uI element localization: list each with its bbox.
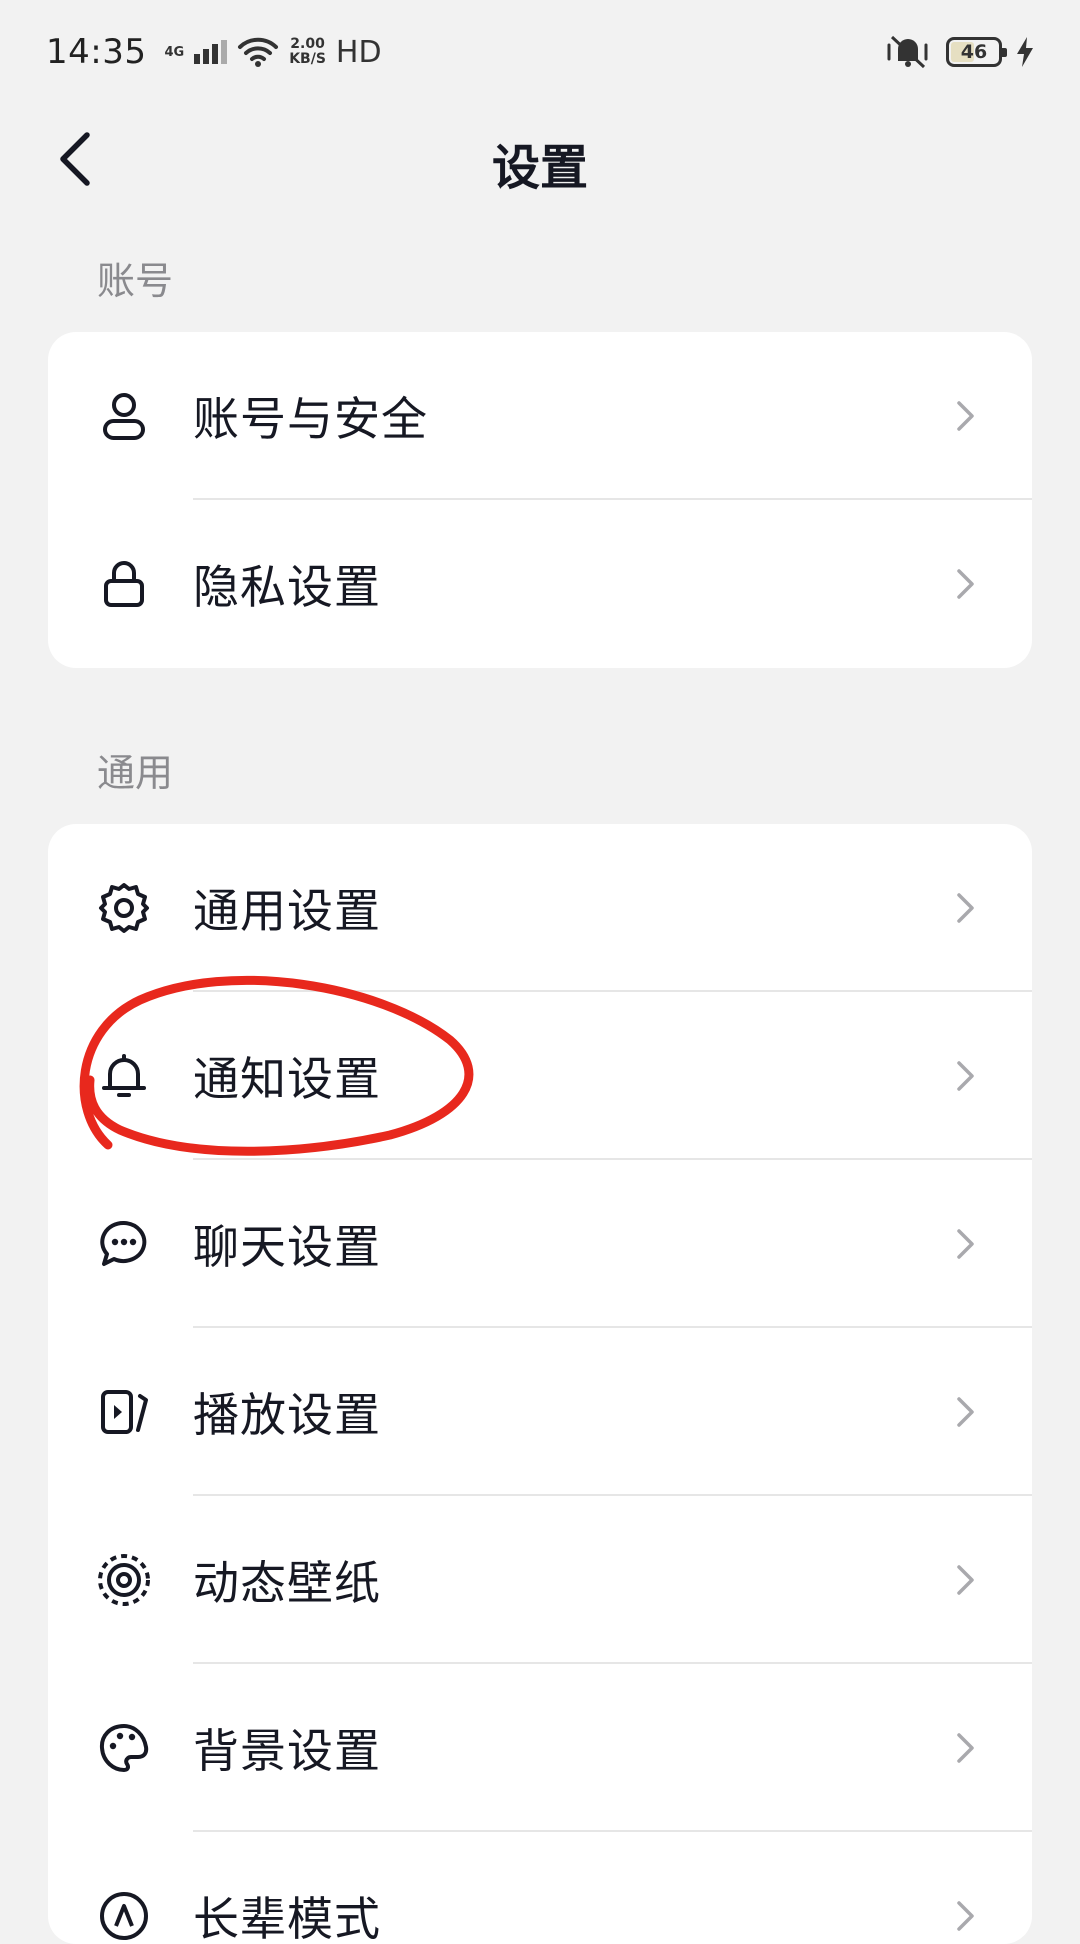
account-card: 账号与安全 隐私设置 — [48, 332, 1032, 668]
settings-item-label: 播放设置 — [193, 1388, 381, 1442]
chevron-right-icon — [957, 1229, 974, 1259]
settings-item-general[interactable]: 通用设置 — [48, 824, 1032, 992]
lock-icon — [96, 556, 152, 612]
page-title: 设置 — [491, 140, 588, 196]
network-speed: 2.00 KB/S — [289, 37, 326, 67]
settings-item-background[interactable]: 背景设置 — [48, 1664, 1032, 1832]
settings-item-label: 通知设置 — [193, 1052, 381, 1106]
chevron-right-icon — [957, 893, 974, 923]
settings-item-label: 动态壁纸 — [193, 1556, 381, 1610]
settings-item-live-wallpaper[interactable]: 动态壁纸 — [48, 1496, 1032, 1664]
palette-icon — [96, 1720, 152, 1776]
chevron-right-icon — [957, 1061, 974, 1091]
chevron-right-icon — [957, 569, 974, 599]
play-setting-icon — [96, 1384, 152, 1440]
settings-item-label: 账号与安全 — [193, 392, 428, 446]
bell-icon — [96, 1048, 152, 1104]
settings-item-label: 长辈模式 — [193, 1892, 381, 1944]
network-speed-value: 2.00 — [290, 36, 325, 52]
settings-item-label: 背景设置 — [193, 1724, 381, 1778]
signal-icon — [194, 40, 228, 64]
settings-item-account-security[interactable]: 账号与安全 — [48, 332, 1032, 500]
chevron-right-icon — [957, 1397, 974, 1427]
general-card: 通用设置 通知设置 聊天设置 播放设置 动态壁纸 背景设置 长辈模式 — [48, 824, 1032, 1944]
chevron-right-icon — [957, 1733, 974, 1763]
status-left: 14:35 4G 2.00 KB/S HD — [46, 32, 382, 72]
elder-mode-icon — [96, 1888, 152, 1944]
network-type: 4G — [164, 44, 185, 60]
chevron-right-icon — [957, 401, 974, 431]
wallpaper-icon — [96, 1552, 152, 1608]
chevron-right-icon — [957, 1901, 974, 1931]
gear-icon — [96, 880, 152, 936]
settings-item-label: 通用设置 — [193, 884, 381, 938]
hd-indicator: HD — [335, 34, 382, 70]
chevron-right-icon — [957, 1565, 974, 1595]
person-icon — [96, 388, 152, 444]
settings-item-elder-mode[interactable]: 长辈模式 — [48, 1832, 1032, 1944]
settings-item-label: 聊天设置 — [193, 1220, 381, 1274]
network-speed-unit: KB/S — [289, 51, 326, 67]
battery-icon: 46 — [946, 37, 1007, 67]
wifi-icon — [238, 37, 279, 67]
nav-bar: 设置 — [0, 104, 1080, 214]
battery-level: 46 — [960, 41, 988, 63]
status-bar: 14:35 4G 2.00 KB/S HD 46 — [0, 0, 1080, 104]
settings-item-notification[interactable]: 通知设置 — [48, 992, 1032, 1160]
settings-item-chat[interactable]: 聊天设置 — [48, 1160, 1032, 1328]
mute-vibrate-icon — [887, 35, 928, 69]
settings-item-playback[interactable]: 播放设置 — [48, 1328, 1032, 1496]
charging-icon — [1017, 37, 1033, 67]
settings-item-label: 隐私设置 — [193, 560, 381, 614]
status-time: 14:35 — [46, 32, 147, 72]
chat-bubble-icon — [96, 1216, 152, 1272]
section-title-general: 通用 — [97, 751, 174, 795]
section-title-account: 账号 — [97, 259, 174, 303]
settings-item-privacy[interactable]: 隐私设置 — [48, 500, 1032, 668]
status-right: 46 — [884, 35, 1034, 69]
